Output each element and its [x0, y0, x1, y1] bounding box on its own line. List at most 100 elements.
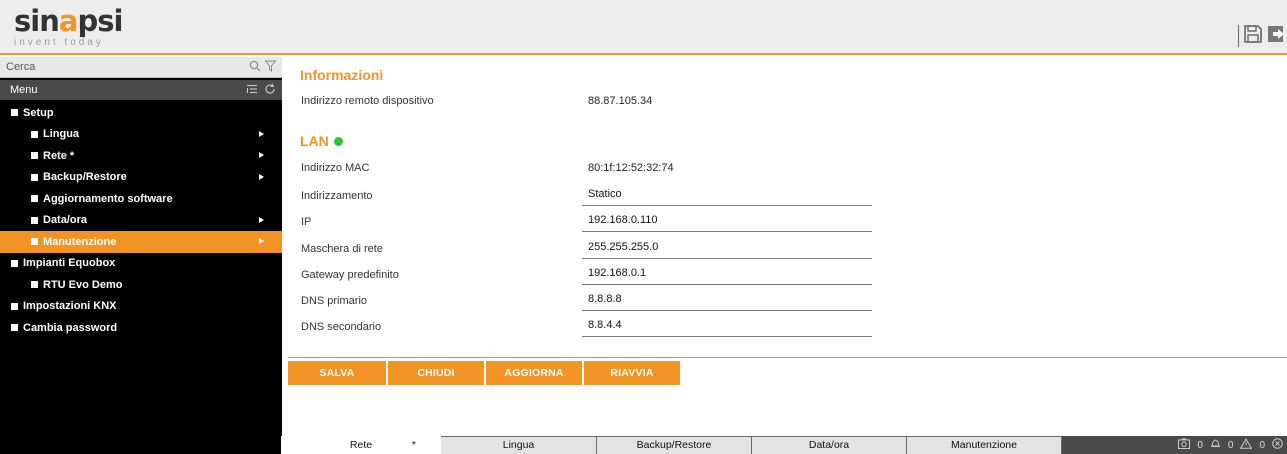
menu-item-label: Lingua	[43, 128, 80, 141]
tab-label: Backup/Restore	[636, 439, 712, 451]
action-buttons: SALVA CHIUDI AGGIORNA RIAVVIA	[288, 361, 680, 385]
menu-item-backup-restore[interactable]: Backup/Restore	[0, 167, 282, 189]
menu-item-label: Setup	[23, 106, 54, 119]
dns1-label: DNS primario	[301, 295, 368, 307]
bullet-square-icon	[31, 238, 38, 246]
menu-item-label: Rete *	[43, 149, 75, 162]
bullet-square-icon	[31, 195, 38, 203]
camera-icon[interactable]	[1178, 438, 1191, 452]
app-header: sinapsi invent today	[0, 0, 1287, 55]
logout-arrow-icon[interactable]	[1267, 24, 1287, 47]
reboot-button[interactable]: RIAVVIA	[584, 361, 680, 385]
menu-item-lingua[interactable]: Lingua	[0, 124, 282, 146]
tab-label: Manutenzione	[951, 439, 1017, 451]
bell-icon[interactable]	[1210, 438, 1221, 452]
counter-3: 0	[1259, 439, 1265, 451]
floppy-disk-icon[interactable]	[1243, 24, 1263, 47]
bullet-square-icon	[11, 302, 18, 310]
bullet-square-icon	[31, 152, 38, 160]
tab-modified-marker: *	[411, 439, 416, 451]
submenu-arrow-icon	[259, 216, 264, 223]
tab-rete[interactable]: Rete *	[281, 436, 441, 454]
menu-item-rete[interactable]: Rete *	[0, 145, 282, 167]
sidebar: Cerca Menu Setup Lingua Rete * Backup/Re…	[0, 57, 282, 454]
bullet-square-icon	[11, 259, 18, 267]
menu-item-label: RTU Evo Demo	[43, 278, 123, 291]
menu-item-label: Impianti Equobox	[23, 257, 116, 270]
menu-item-data-ora[interactable]: Data/ora	[0, 210, 282, 232]
tab-label: Rete	[349, 439, 373, 451]
section-title-lan: LAN	[300, 133, 343, 149]
counter-1: 0	[1197, 439, 1203, 451]
tab-manutenzione[interactable]: Manutenzione	[906, 436, 1062, 454]
menu-title: Menu	[10, 84, 38, 96]
menu-item-label: Cambia password	[23, 321, 118, 334]
gateway-field[interactable]: 192.168.0.1	[582, 265, 872, 285]
warning-icon[interactable]	[1240, 437, 1253, 452]
bullet-square-icon	[31, 216, 38, 224]
menu-item-label: Backup/Restore	[43, 171, 127, 184]
ip-field[interactable]: 192.168.0.110	[582, 212, 872, 232]
refresh-button[interactable]: AGGIORNA	[486, 361, 582, 385]
refresh-icon[interactable]	[264, 83, 276, 98]
counter-2: 0	[1227, 439, 1234, 451]
menu-item-label: Manutenzione	[43, 235, 117, 248]
dns1-field[interactable]: 8.8.8.8	[582, 291, 872, 311]
submenu-arrow-icon	[259, 130, 264, 137]
menu-item-setup[interactable]: Setup	[0, 102, 282, 124]
section-title-informazioni: Informazioni	[300, 67, 384, 83]
menu-item-impianti-equobox[interactable]: Impianti Equobox	[0, 253, 282, 275]
tab-label: Data/ora	[808, 439, 850, 451]
mac-value: 80:1f:12:52:32:74	[588, 162, 674, 174]
menu-item-impostazioni-knx[interactable]: Impostazioni KNX	[0, 296, 282, 318]
menu-header: Menu	[0, 80, 282, 100]
submenu-arrow-icon	[259, 152, 264, 158]
submenu-arrow-icon	[259, 238, 264, 244]
header-actions	[1238, 24, 1287, 47]
remote-address-label: Indirizzo remoto dispositivo	[301, 95, 434, 107]
lan-status-dot-icon	[333, 137, 343, 146]
menu-item-label: Aggiornamento software	[43, 192, 173, 205]
filter-icon[interactable]	[264, 60, 277, 75]
content-divider	[288, 357, 1287, 358]
lan-title: LAN	[300, 133, 329, 149]
bullet-square-icon	[11, 109, 18, 117]
close-button[interactable]: CHIUDI	[388, 361, 484, 385]
bullet-square-icon	[31, 130, 38, 138]
search-icon[interactable]	[249, 60, 261, 75]
menu-item-aggiornamento-software[interactable]: Aggiornamento software	[0, 188, 282, 210]
search-bar[interactable]: Cerca	[0, 57, 282, 78]
addressing-select[interactable]: Statico	[582, 186, 872, 206]
netmask-label: Maschera di rete	[301, 243, 383, 255]
menu-item-cambia-password[interactable]: Cambia password	[0, 317, 282, 339]
bullet-square-icon	[11, 324, 18, 332]
netmask-field[interactable]: 255.255.255.0	[582, 239, 872, 259]
menu-item-rtu-evo-demo[interactable]: RTU Evo Demo	[0, 274, 282, 296]
mac-label: Indirizzo MAC	[301, 162, 370, 174]
submenu-arrow-icon	[259, 173, 264, 180]
bullet-square-icon	[31, 281, 38, 289]
collapse-tree-icon[interactable]	[246, 84, 258, 97]
sinapsi-logo: sinapsi invent today	[14, 4, 123, 49]
remote-address-value: 88.87.105.34	[588, 95, 653, 107]
tab-label: Lingua	[502, 439, 535, 451]
status-bar: 0 0 0	[1062, 436, 1287, 454]
addressing-label: Indirizzamento	[301, 190, 373, 202]
gateway-label: Gateway predefinito	[301, 269, 399, 281]
header-separator	[1238, 24, 1239, 47]
bullet-square-icon	[31, 173, 38, 181]
menu-item-label: Data/ora	[43, 214, 88, 227]
save-button[interactable]: SALVA	[288, 361, 386, 385]
tab-backup-restore[interactable]: Backup/Restore	[596, 436, 752, 454]
logo-tagline: invent today	[14, 37, 104, 48]
tab-data-ora[interactable]: Data/ora	[751, 436, 907, 454]
logo-wordmark: sinapsi	[14, 4, 123, 38]
tab-lingua[interactable]: Lingua	[440, 436, 597, 454]
main-panel: Informazioni Indirizzo remoto dispositiv…	[282, 57, 1287, 454]
menu-item-label: Impostazioni KNX	[23, 300, 117, 313]
menu-item-manutenzione[interactable]: Manutenzione	[0, 231, 282, 253]
search-input[interactable]: Cerca	[6, 61, 249, 73]
menu-tree: Setup Lingua Rete * Backup/Restore Aggio…	[0, 102, 282, 339]
error-circle-icon[interactable]	[1272, 438, 1283, 452]
dns2-field[interactable]: 8.8.4.4	[582, 317, 872, 337]
